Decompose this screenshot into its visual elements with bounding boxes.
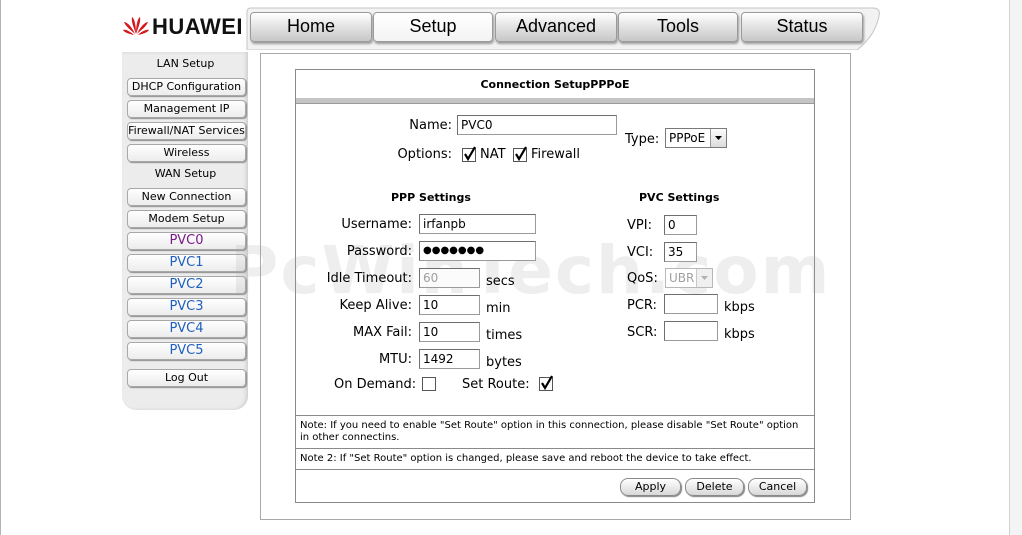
on-demand-checkbox[interactable] [422,377,436,391]
reboot-note: Note 2: If "Set Route" option is changed… [300,453,752,464]
sidebar-item-pvc1[interactable]: PVC1 [127,254,246,272]
nat-label: NAT [480,147,506,162]
idle-timeout-unit: secs [486,274,515,289]
on-demand-label: On Demand: [334,377,417,392]
huawei-logo: HUAWEI [122,12,248,40]
sidebar-item-wireless[interactable]: Wireless [127,144,246,162]
sidebar-item-pvc2[interactable]: PVC2 [127,276,246,294]
sidebar-item-pvc3[interactable]: PVC3 [127,298,246,316]
divider [296,448,814,449]
password-label: Password: [346,244,412,259]
pvc-settings-heading: PVC Settings [639,191,720,204]
sidebar-header-lan: LAN Setup [156,57,215,70]
pcr-input[interactable] [664,294,718,314]
divider [296,469,814,470]
ppp-settings-heading: PPP Settings [391,191,471,204]
qos-selected-value: UBR [669,271,695,285]
firewall-checkbox[interactable] [513,146,527,162]
tab-home[interactable]: Home [250,12,372,42]
tab-advanced[interactable]: Advanced [495,12,617,42]
cancel-button[interactable]: Cancel [748,478,807,496]
idle-timeout-label: Idle Timeout: [326,271,412,286]
firewall-label: Firewall [531,147,581,162]
sidebar-item-new-connection[interactable]: New Connection [127,188,246,206]
keep-alive-input[interactable]: 10 [419,295,480,315]
scr-input[interactable] [664,321,718,341]
name-label: Name: [409,118,452,133]
scr-label: SCR: [627,325,658,340]
sidebar-item-dhcp[interactable]: DHCP Configuration [127,78,246,96]
keep-alive-unit: min [486,301,511,316]
type-select[interactable]: PPPoE [665,128,727,148]
nat-checkbox[interactable] [462,146,476,162]
name-input[interactable]: PVC0 [457,115,617,135]
pcr-unit: kbps [724,300,755,315]
password-input[interactable]: ●●●●●●● [419,241,536,261]
tab-status[interactable]: Status [741,12,863,42]
pcr-label: PCR: [627,298,657,313]
vpi-input[interactable]: 0 [664,215,697,235]
sidebar-item-pvc0[interactable]: PVC0 [127,232,246,250]
qos-select[interactable]: UBR [665,268,713,288]
brand-name: HUAWEI [152,14,243,39]
left-border [0,0,1,535]
title-divider [296,98,814,104]
vci-label: VCI: [627,245,654,260]
username-input[interactable]: irfanpb [419,214,536,234]
options-label: Options: [397,147,452,162]
checkmark-icon [541,375,553,391]
type-label: Type: [625,132,660,147]
checkmark-icon [515,146,527,162]
chevron-down-icon [696,269,712,287]
keep-alive-label: Keep Alive: [339,298,412,313]
logout-button[interactable]: Log Out [127,369,246,387]
scr-unit: kbps [724,327,755,342]
tab-setup[interactable]: Setup [373,12,493,42]
set-route-label: Set Route: [462,377,530,392]
sidebar-item-management-ip[interactable]: Management IP [127,100,246,118]
set-route-note: Note: If you need to enable "Set Route" … [300,420,799,443]
sidebar-item-firewall-nat[interactable]: Firewall/NAT Services [127,122,246,140]
max-fail-input[interactable]: 10 [419,322,480,342]
sidebar-item-modem-setup[interactable]: Modem Setup [127,210,246,228]
sidebar-header-wan: WAN Setup [154,167,217,180]
vci-input[interactable]: 35 [664,242,697,262]
scrollbar[interactable] [1009,0,1022,535]
delete-button[interactable]: Delete [685,478,744,496]
sidebar-item-pvc4[interactable]: PVC4 [127,320,246,338]
sidebar-item-pvc5[interactable]: PVC5 [127,342,246,360]
huawei-petal-icon [123,17,149,35]
qos-label: QoS: [627,271,658,286]
mtu-label: MTU: [378,352,412,367]
type-selected-value: PPPoE [669,131,706,145]
mtu-unit: bytes [486,355,522,370]
mtu-input[interactable]: 1492 [419,349,480,369]
apply-button[interactable]: Apply [620,478,681,496]
vpi-label: VPI: [627,218,652,233]
username-label: Username: [341,217,412,232]
page-title: Connection SetupPPPoE [480,78,630,91]
chevron-down-icon [710,129,726,147]
checkmark-icon [464,146,476,162]
max-fail-label: MAX Fail: [352,325,412,340]
set-route-checkbox[interactable] [539,375,553,391]
tab-tools[interactable]: Tools [618,12,738,42]
idle-timeout-input[interactable]: 60 [419,268,480,288]
divider [296,415,814,416]
max-fail-unit: times [486,328,523,343]
